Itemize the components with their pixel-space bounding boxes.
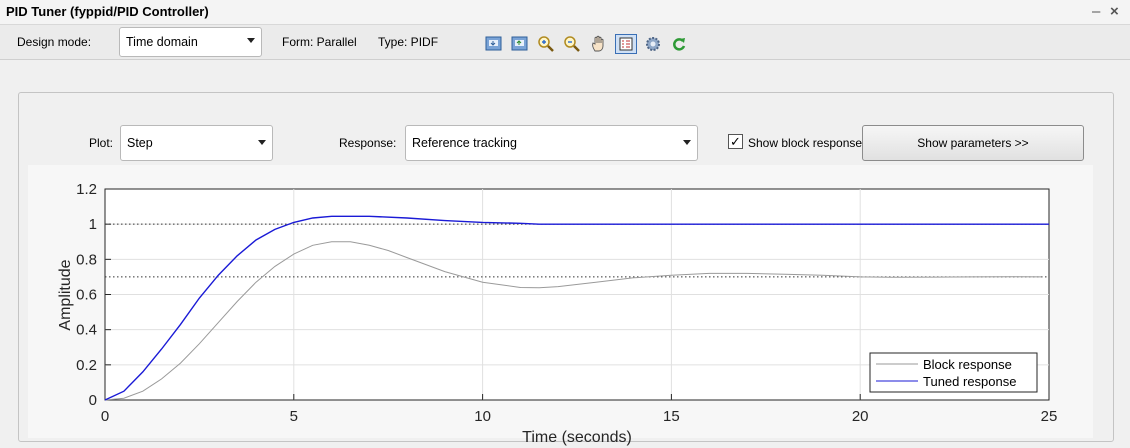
- y-tick-label: 1: [89, 216, 97, 233]
- x-axis-label: Time (seconds): [522, 429, 632, 446]
- x-tick-label: 15: [663, 408, 680, 425]
- y-tick-label: 0.4: [76, 322, 97, 339]
- y-tick-label: 0: [89, 392, 97, 409]
- y-tick-label: 1.2: [76, 181, 97, 198]
- y-tick-labels: 0 0.2 0.4 0.6 0.8 1 1.2: [76, 181, 97, 409]
- y-tick-label: 0.6: [76, 287, 97, 304]
- x-tick-label: 25: [1041, 408, 1058, 425]
- y-tick-label: 0.2: [76, 357, 97, 374]
- y-axis-label: Amplitude: [57, 259, 74, 330]
- x-tick-label: 20: [852, 408, 869, 425]
- legend: Block response Tuned response: [869, 352, 1038, 393]
- step-response-chart[interactable]: 0 0.2 0.4 0.6 0.8 1 1.2 0 5 10 15 20 25 Amplitude T…: [0, 0, 1130, 448]
- legend-entry-tuned: Tuned response: [923, 374, 1016, 389]
- x-tick-labels: 0 5 10 15 20 25: [101, 408, 1058, 425]
- x-tick-label: 10: [474, 408, 491, 425]
- x-tick-label: 5: [290, 408, 298, 425]
- y-tick-label: 0.8: [76, 251, 97, 268]
- x-tick-label: 0: [101, 408, 109, 425]
- legend-entry-block: Block response: [923, 357, 1012, 372]
